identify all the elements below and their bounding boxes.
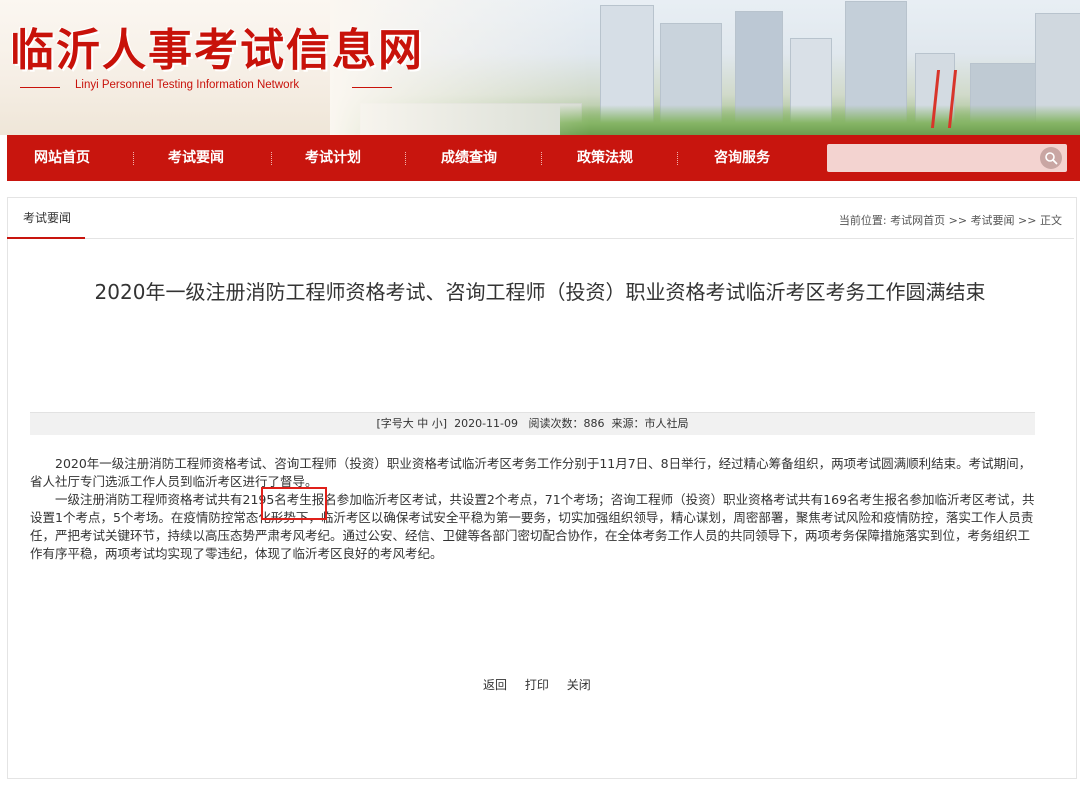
nav-separator xyxy=(133,152,135,165)
nav-item-policy[interactable]: 政策法规 xyxy=(577,135,633,181)
breadcrumb-separator: >> xyxy=(945,214,971,227)
font-size-medium-button[interactable]: 中 xyxy=(417,417,428,430)
breadcrumb-prefix: 当前位置: xyxy=(838,214,891,227)
tab-exam-news[interactable]: 考试要闻 xyxy=(7,200,86,239)
font-size-small-button[interactable]: 小] xyxy=(432,417,447,430)
breadcrumb-current: 正文 xyxy=(1040,214,1062,227)
close-link[interactable]: 关闭 xyxy=(567,678,591,692)
annotation-highlight-box xyxy=(261,487,327,520)
nav-separator xyxy=(541,152,543,165)
font-size-large-button[interactable]: 大 xyxy=(403,417,414,430)
article-body: 2020年一级注册消防工程师资格考试、咨询工程师（投资）职业资格考试临沂考区考务… xyxy=(30,455,1040,563)
source-label: 来源： xyxy=(611,417,645,430)
breadcrumb-section-link[interactable]: 考试要闻 xyxy=(971,214,1015,227)
article-actions: 返回 打印 关闭 xyxy=(483,676,605,693)
font-size-label: [字号 xyxy=(376,417,403,430)
source-value: 市人社局 xyxy=(644,417,689,430)
nav-item-exam-news[interactable]: 考试要闻 xyxy=(168,135,224,181)
nav-separator xyxy=(677,152,679,165)
breadcrumb-home-link[interactable]: 考试网首页 xyxy=(890,214,945,227)
site-banner: 临沂人事考试信息网 Linyi Personnel Testing Inform… xyxy=(0,0,1080,135)
nav-item-exam-plan[interactable]: 考试计划 xyxy=(305,135,361,181)
main-nav: 网站首页 考试要闻 考试计划 成绩查询 政策法规 咨询服务 xyxy=(7,135,1080,181)
search-input[interactable] xyxy=(827,144,1032,172)
nav-separator xyxy=(405,152,407,165)
publish-date: 2020-11-09 xyxy=(454,417,519,430)
nav-item-home[interactable]: 网站首页 xyxy=(34,135,90,181)
article-paragraph: 2020年一级注册消防工程师资格考试、咨询工程师（投资）职业资格考试临沂考区考务… xyxy=(30,456,1032,489)
back-link[interactable]: 返回 xyxy=(483,678,507,692)
site-subtitle: Linyi Personnel Testing Information Netw… xyxy=(75,79,300,91)
breadcrumb: 当前位置: 考试网首页 >> 考试要闻 >> 正文 xyxy=(839,212,1062,228)
breadcrumb-separator: >> xyxy=(1014,214,1040,227)
nav-item-consult[interactable]: 咨询服务 xyxy=(714,135,770,181)
article-title: 2020年一级注册消防工程师资格考试、咨询工程师（投资）职业资格考试临沂考区考务… xyxy=(94,280,986,304)
views-label: 阅读次数： xyxy=(528,417,584,430)
print-link[interactable]: 打印 xyxy=(525,678,549,692)
search-button[interactable] xyxy=(1040,147,1062,169)
tab-divider xyxy=(8,238,1074,239)
site-title: 临沂人事考试信息网 xyxy=(10,25,424,76)
subtitle-rule xyxy=(352,87,392,88)
article-meta: [字号大 中 小] 2020-11-09 阅读次数：886 来源：市人社局 xyxy=(30,412,1035,435)
nav-separator xyxy=(271,152,273,165)
subtitle-rule xyxy=(20,87,60,88)
search-icon xyxy=(1045,152,1058,165)
nav-item-score-query[interactable]: 成绩查询 xyxy=(441,135,497,181)
greenery xyxy=(560,105,1080,135)
article-paragraph: 一级注册消防工程师资格考试共有2195名考生报名参加临沂考区考试，共设置2个考点… xyxy=(30,492,1035,561)
search-box xyxy=(827,144,1067,172)
views-count: 886 xyxy=(583,417,605,430)
